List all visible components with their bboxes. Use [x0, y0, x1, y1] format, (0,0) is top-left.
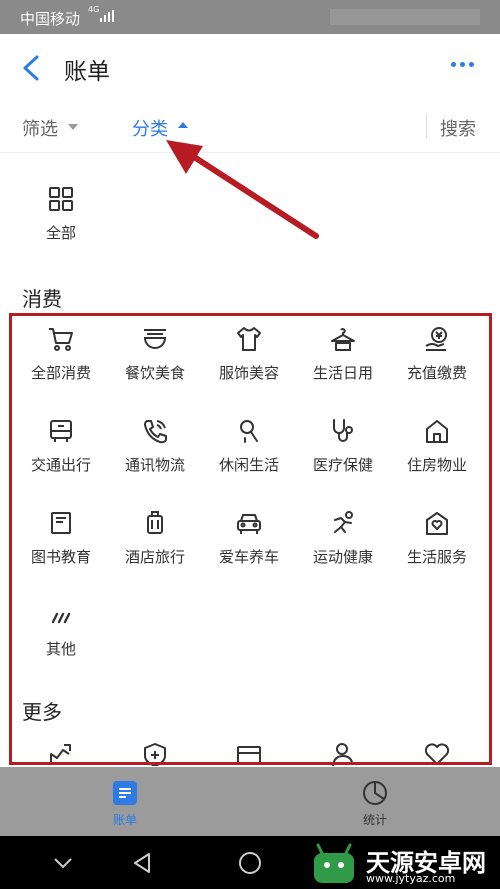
app-header: 账单: [0, 34, 500, 100]
status-icons-blurred: [330, 9, 480, 25]
tab-label: 统计: [362, 813, 387, 827]
watermark: 天源安卓网 www.jytyaz.com: [304, 841, 500, 889]
signal-icon: [100, 10, 114, 22]
grid-icon: [49, 187, 73, 211]
status-bar: 中国移动 4G: [0, 0, 500, 34]
annotation-highlight-box: [9, 313, 492, 765]
tab-statistics[interactable]: 统计: [250, 767, 500, 836]
network-type: 4G: [88, 5, 100, 14]
filter-category-tab[interactable]: 分类: [132, 115, 168, 141]
more-options-icon[interactable]: [448, 60, 476, 70]
pie-chart-icon: [363, 781, 387, 805]
watermark-url: www.jytyaz.com: [366, 872, 456, 885]
category-label: 全部: [45, 224, 76, 242]
carrier-name: 中国移动: [20, 10, 81, 28]
search-button[interactable]: 搜索: [440, 115, 476, 141]
chevron-down-icon[interactable]: [50, 850, 76, 876]
filter-bar: 筛选 分类 搜索: [0, 100, 500, 153]
caret-down-icon: [68, 124, 78, 130]
filter-screen-tab[interactable]: 筛选: [22, 115, 58, 141]
back-triangle-icon[interactable]: [130, 850, 156, 876]
page-title: 账单: [64, 59, 110, 85]
category-all[interactable]: 全部: [13, 180, 109, 260]
home-circle-icon[interactable]: [237, 850, 263, 876]
section-heading-consumption: 消费: [22, 287, 62, 311]
divider: [426, 114, 427, 138]
bill-icon: [113, 781, 137, 805]
watermark-logo: [314, 843, 354, 883]
caret-up-icon: [178, 122, 188, 128]
tab-bill[interactable]: 账单: [0, 767, 250, 836]
tab-label: 账单: [112, 813, 137, 827]
bottom-tab-bar: 账单 统计: [0, 767, 500, 836]
back-icon[interactable]: [20, 54, 44, 82]
